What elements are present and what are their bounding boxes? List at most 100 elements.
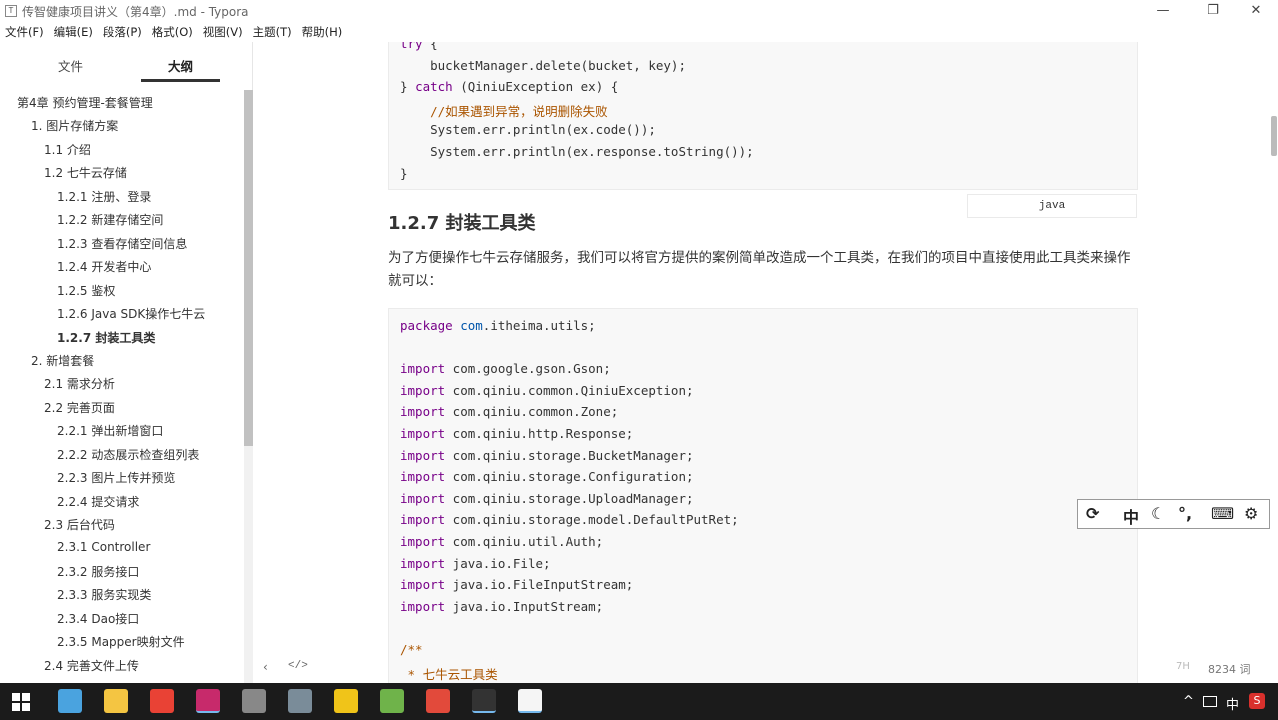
outline-item[interactable]: 1. 图片存储方案 [31,117,118,134]
menu-paragraph[interactable]: 段落(P) [98,22,147,40]
code-token: import [400,598,446,614]
restore-button[interactable]: ❐ [1190,0,1236,22]
typora-app-icon: T [5,5,17,17]
intellij-icon[interactable] [196,689,220,713]
code-token: try [400,42,423,51]
explorer-icon[interactable] [58,689,82,713]
code-token: } [400,165,408,181]
menu-help[interactable]: 帮助(H) [297,22,348,40]
tab-outline[interactable]: 大纲 [168,56,193,75]
code-language-label[interactable]: java [967,194,1137,218]
code-token: System.err.println(ex.code()); [400,122,656,138]
outline-item[interactable]: 2.3 后台代码 [44,516,115,533]
outline-item[interactable]: 2.2.2 动态展示检查组列表 [57,446,199,463]
code-line: import com.qiniu.http.Response; [400,426,633,441]
app-icon[interactable] [242,689,266,713]
calculator-icon[interactable] [288,689,312,713]
outline-item[interactable]: 2.3.5 Mapper映射文件 [57,633,185,650]
code-token: import [400,361,446,377]
code-line: import com.qiniu.storage.model.DefaultPu… [400,512,739,527]
code-token: import [400,512,446,528]
windows-start-icon[interactable] [12,693,30,711]
close-button[interactable]: ✕ [1233,0,1278,22]
section-paragraph: 为了方便操作七牛云存储服务，我们可以将官方提供的案例简单改造成一个工具类，在我们… [388,250,1131,289]
word-count[interactable]: 8234 词 [1208,661,1251,677]
outline-item[interactable]: 2.3.1 Controller [57,540,150,554]
outline-item[interactable]: 1.2.4 开发者中心 [57,258,151,275]
code-line: import com.qiniu.storage.UploadManager; [400,491,694,506]
outline-item[interactable]: 2.3.4 Dao接口 [57,610,139,627]
code-token: } [400,79,416,95]
code-block-delete[interactable]: try { bucketManager.delete(bucket, key);… [388,42,1138,190]
code-token: (QiniuException ex) { [452,79,619,95]
window-title: 传智健康项目讲义（第4章）.md - Typora [22,5,249,19]
chrome-icon[interactable] [150,689,174,713]
code-line: * 七牛云工具类 [400,664,498,683]
outline-item[interactable]: 1.2.7 封装工具类 [57,329,155,346]
outline-item[interactable]: 1.1 介绍 [44,141,91,158]
code-line: try { [400,42,438,51]
code-line: package com.itheima.utils; [400,318,596,333]
notepad-icon[interactable] [380,689,404,713]
outline-item[interactable]: 2.2.1 弹出新增窗口 [57,422,163,439]
folder-icon[interactable] [104,689,128,713]
minimize-button[interactable]: — [1140,0,1186,22]
section-heading: 1.2.7 封装工具类 [388,213,536,234]
outline-item[interactable]: 2.3.3 服务实现类 [57,586,151,603]
ime-toolbar: ⟳ 中 ☾ °, ⌨ ⚙ [1077,499,1270,529]
code-token: package [400,318,453,333]
outline-item[interactable]: 1.2.5 鉴权 [57,282,115,299]
code-token: .itheima.utils; [482,318,596,333]
outline-item[interactable]: 2.4 完善文件上传 [44,657,139,674]
menu-format[interactable]: 格式(O) [147,22,198,40]
menu-file[interactable]: 文件(F) [0,22,49,40]
typora-icon[interactable] [518,689,542,713]
outline-item[interactable]: 2.1 需求分析 [44,375,115,392]
code-line: import java.io.File; [400,556,551,571]
editor-scrollbar-thumb[interactable] [1271,116,1277,156]
tab-files[interactable]: 文件 [58,56,83,75]
taskbar: ^ 中 S [0,683,1278,720]
sidebar-scrollbar-thumb[interactable] [244,90,253,446]
menu-edit[interactable]: 编辑(E) [49,22,98,40]
ime-logo-icon[interactable]: ⟳ [1086,504,1099,523]
code-block-qiniu-utils[interactable]: package com.itheima.utils; import com.goo… [388,308,1138,683]
editor-pane[interactable]: try { bucketManager.delete(bucket, key);… [254,42,1278,683]
ime-fullwidth-icon[interactable]: ☾ [1151,504,1165,523]
code-token: com.qiniu.storage.model.DefaultPutRet; [445,512,739,528]
outline-item[interactable]: 1.2.3 查看存储空间信息 [57,235,187,252]
terminal-icon[interactable] [472,689,496,713]
outline-item[interactable]: 2. 新增套餐 [31,352,94,369]
network-icon[interactable] [1203,696,1217,707]
chat-icon[interactable] [334,689,358,713]
code-line: import com.qiniu.util.Auth; [400,534,603,549]
code-token: System.err.println(ex.response.toString(… [400,144,754,159]
code-token: import [400,469,446,485]
outline-item[interactable]: 2.2.4 提交请求 [57,493,139,510]
ime-settings-icon[interactable]: ⚙ [1244,504,1258,523]
menu-theme[interactable]: 主题(T) [248,22,297,40]
code-token: /** [400,642,423,657]
tray-ime-indicator[interactable]: 中 [1226,694,1239,713]
outline-item[interactable]: 2.3.2 服务接口 [57,563,139,580]
menu-view[interactable]: 视图(V) [198,22,248,40]
tray-chevron-icon[interactable]: ^ [1183,694,1194,709]
ime-chinese-mode[interactable]: 中 [1123,504,1139,528]
outline-item[interactable]: 1.2.6 Java SDK操作七牛云 [57,305,205,322]
code-token: com.qiniu.util.Auth; [445,534,604,549]
outline-item[interactable]: 2.2 完善页面 [44,399,115,416]
outline-item[interactable]: 第4章 预约管理-套餐管理 [17,94,153,111]
outline-item[interactable]: 2.2.3 图片上传并预览 [57,469,175,486]
paint-icon[interactable] [426,689,450,713]
sougou-tray-icon[interactable]: S [1249,693,1265,709]
ime-keyboard-icon[interactable]: ⌨ [1211,504,1234,523]
code-token: com [460,318,483,333]
code-line: } catch (QiniuException ex) { [400,79,618,94]
outline-item[interactable]: 1.2.1 注册、登录 [57,188,151,205]
code-token: com.qiniu.common.QiniuException; [445,382,694,398]
code-line: bucketManager.delete(bucket, key); [400,58,686,73]
ime-punctuation-icon[interactable]: °, [1178,504,1192,523]
outline-item[interactable]: 1.2.2 新建存储空间 [57,211,163,228]
outline-item[interactable]: 1.2 七牛云存储 [44,164,127,181]
sidebar: 文件 大纲 第4章 预约管理-套餐管理 1. 图片存储方案 1.1 介绍 1.2 七牛… [0,42,253,683]
